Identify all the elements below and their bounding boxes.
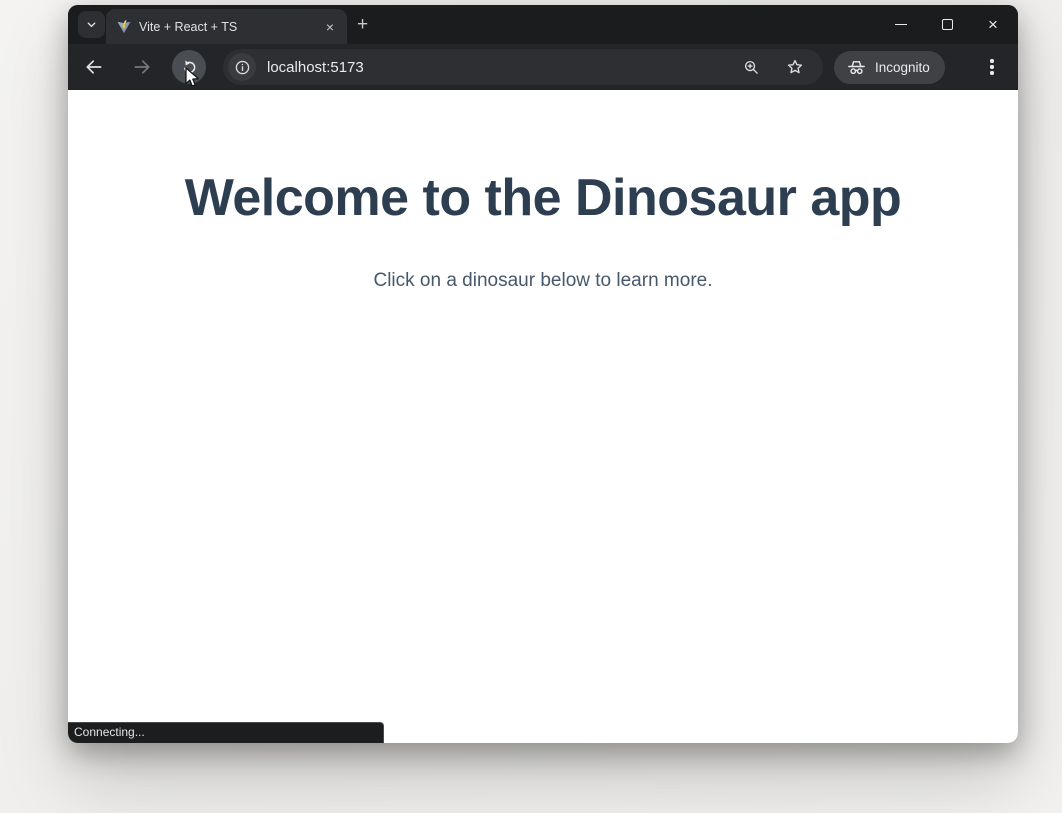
page-title: Welcome to the Dinosaur app <box>68 90 1018 228</box>
tab-close-icon[interactable]: × <box>321 18 339 36</box>
maximize-icon <box>942 19 953 30</box>
window-maximize-button[interactable] <box>924 5 970 44</box>
window-close-button[interactable]: × <box>970 5 1016 44</box>
desktop-backdrop: { "colors": { "frame_bg": "#1b1c1e", "to… <box>0 0 1062 813</box>
zoom-button[interactable] <box>739 55 763 79</box>
vite-favicon-icon <box>117 20 131 34</box>
reload-icon <box>181 59 198 76</box>
browser-window: Vite + React + TS × + × <box>68 5 1018 743</box>
page-viewport: Welcome to the Dinosaur app Click on a d… <box>68 90 1018 743</box>
forward-arrow-icon <box>132 57 152 77</box>
address-bar[interactable]: localhost:5173 <box>223 49 823 85</box>
three-dot-menu-icon[interactable] <box>978 53 1006 81</box>
new-tab-button[interactable]: + <box>350 12 375 37</box>
window-minimize-button[interactable] <box>878 5 924 44</box>
tab-search-button[interactable] <box>78 11 105 38</box>
magnifier-plus-icon <box>743 59 760 76</box>
reload-button[interactable] <box>172 50 206 84</box>
star-outline-icon <box>786 58 804 76</box>
back-button[interactable] <box>80 53 108 81</box>
window-controls: × <box>878 5 1016 44</box>
status-bubble: Connecting... <box>68 722 384 743</box>
incognito-icon <box>846 59 867 76</box>
info-circle-icon <box>234 59 251 76</box>
site-info-button[interactable] <box>228 53 256 81</box>
tab-strip: Vite + React + TS × + × <box>68 5 1018 44</box>
url-text[interactable]: localhost:5173 <box>267 59 739 76</box>
bookmark-button[interactable] <box>783 55 807 79</box>
minimize-icon <box>895 24 907 25</box>
incognito-badge: Incognito <box>834 51 945 84</box>
back-arrow-icon <box>84 57 104 77</box>
forward-button[interactable] <box>128 53 156 81</box>
chevron-down-icon <box>85 18 98 31</box>
page-subtitle: Click on a dinosaur below to learn more. <box>68 270 1018 292</box>
tab-vite-react-ts[interactable]: Vite + React + TS × <box>106 9 347 44</box>
incognito-label: Incognito <box>875 60 930 75</box>
tab-title: Vite + React + TS <box>139 20 313 34</box>
browser-toolbar: localhost:5173 <box>68 44 1018 90</box>
